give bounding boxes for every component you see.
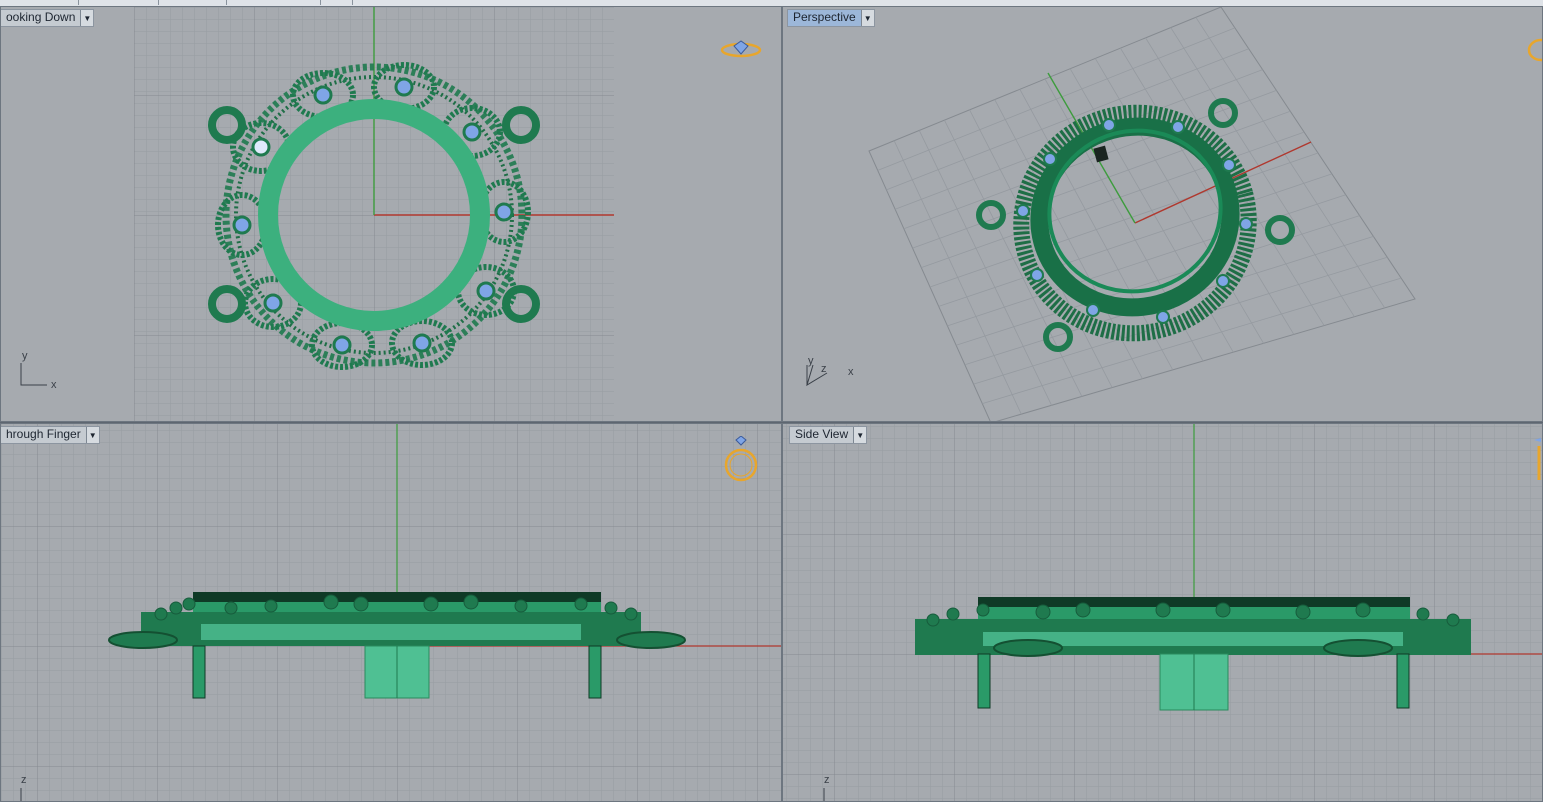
chevron-down-icon[interactable]: ▼ <box>853 427 867 443</box>
side-view-canvas <box>783 424 1542 801</box>
top-view-canvas <box>20 7 614 421</box>
viewport-front[interactable]: hrough Finger ▼ z <box>0 423 782 802</box>
axis-triad <box>20 363 47 386</box>
axis-x-label: x <box>848 366 854 378</box>
viewport-label-perspective[interactable]: Perspective ▼ <box>787 9 875 27</box>
ring-view-icon[interactable] <box>719 38 763 62</box>
chevron-down-icon[interactable]: ▼ <box>860 10 874 26</box>
viewport-perspective[interactable]: Perspective ▼ y z x <box>782 6 1543 422</box>
viewport-title: ooking Down <box>6 10 76 24</box>
chevron-down-icon[interactable]: ▼ <box>80 10 94 26</box>
ring-model-front[interactable] <box>108 592 686 699</box>
perspective-grid <box>868 7 1416 421</box>
viewport-label-front[interactable]: hrough Finger ▼ <box>1 426 100 444</box>
axis-z-label: z <box>824 774 830 786</box>
viewport-side[interactable]: Side View ▼ z <box>782 423 1543 802</box>
tab-3[interactable] <box>158 0 227 5</box>
tab-5[interactable] <box>320 0 353 5</box>
tab-4[interactable] <box>226 0 321 5</box>
chevron-down-icon[interactable]: ▼ <box>85 427 99 443</box>
viewport-label-side[interactable]: Side View ▼ <box>789 426 868 444</box>
axis-z-label: z <box>821 363 827 375</box>
viewport-title: Perspective <box>793 10 856 24</box>
ring-view-icon[interactable] <box>1531 436 1543 488</box>
viewport-top[interactable]: ooking Down ▼ y x <box>0 6 782 422</box>
axis-y-label: y <box>808 355 814 367</box>
viewport-title: Side View <box>795 427 849 441</box>
viewport-label-top[interactable]: ooking Down ▼ <box>1 9 95 27</box>
front-view-canvas <box>1 424 781 801</box>
ring-view-icon[interactable] <box>1525 32 1543 66</box>
axis-z-label: z <box>21 774 27 786</box>
viewport-title: hrough Finger <box>6 427 81 441</box>
ring-view-icon[interactable] <box>721 436 761 488</box>
axis-y-label: y <box>22 350 28 362</box>
tab-2[interactable] <box>78 0 159 5</box>
perspective-canvas <box>806 7 1416 421</box>
tab-1[interactable] <box>0 0 79 5</box>
axis-x-label: x <box>51 379 57 391</box>
grid-line <box>929 152 1319 288</box>
